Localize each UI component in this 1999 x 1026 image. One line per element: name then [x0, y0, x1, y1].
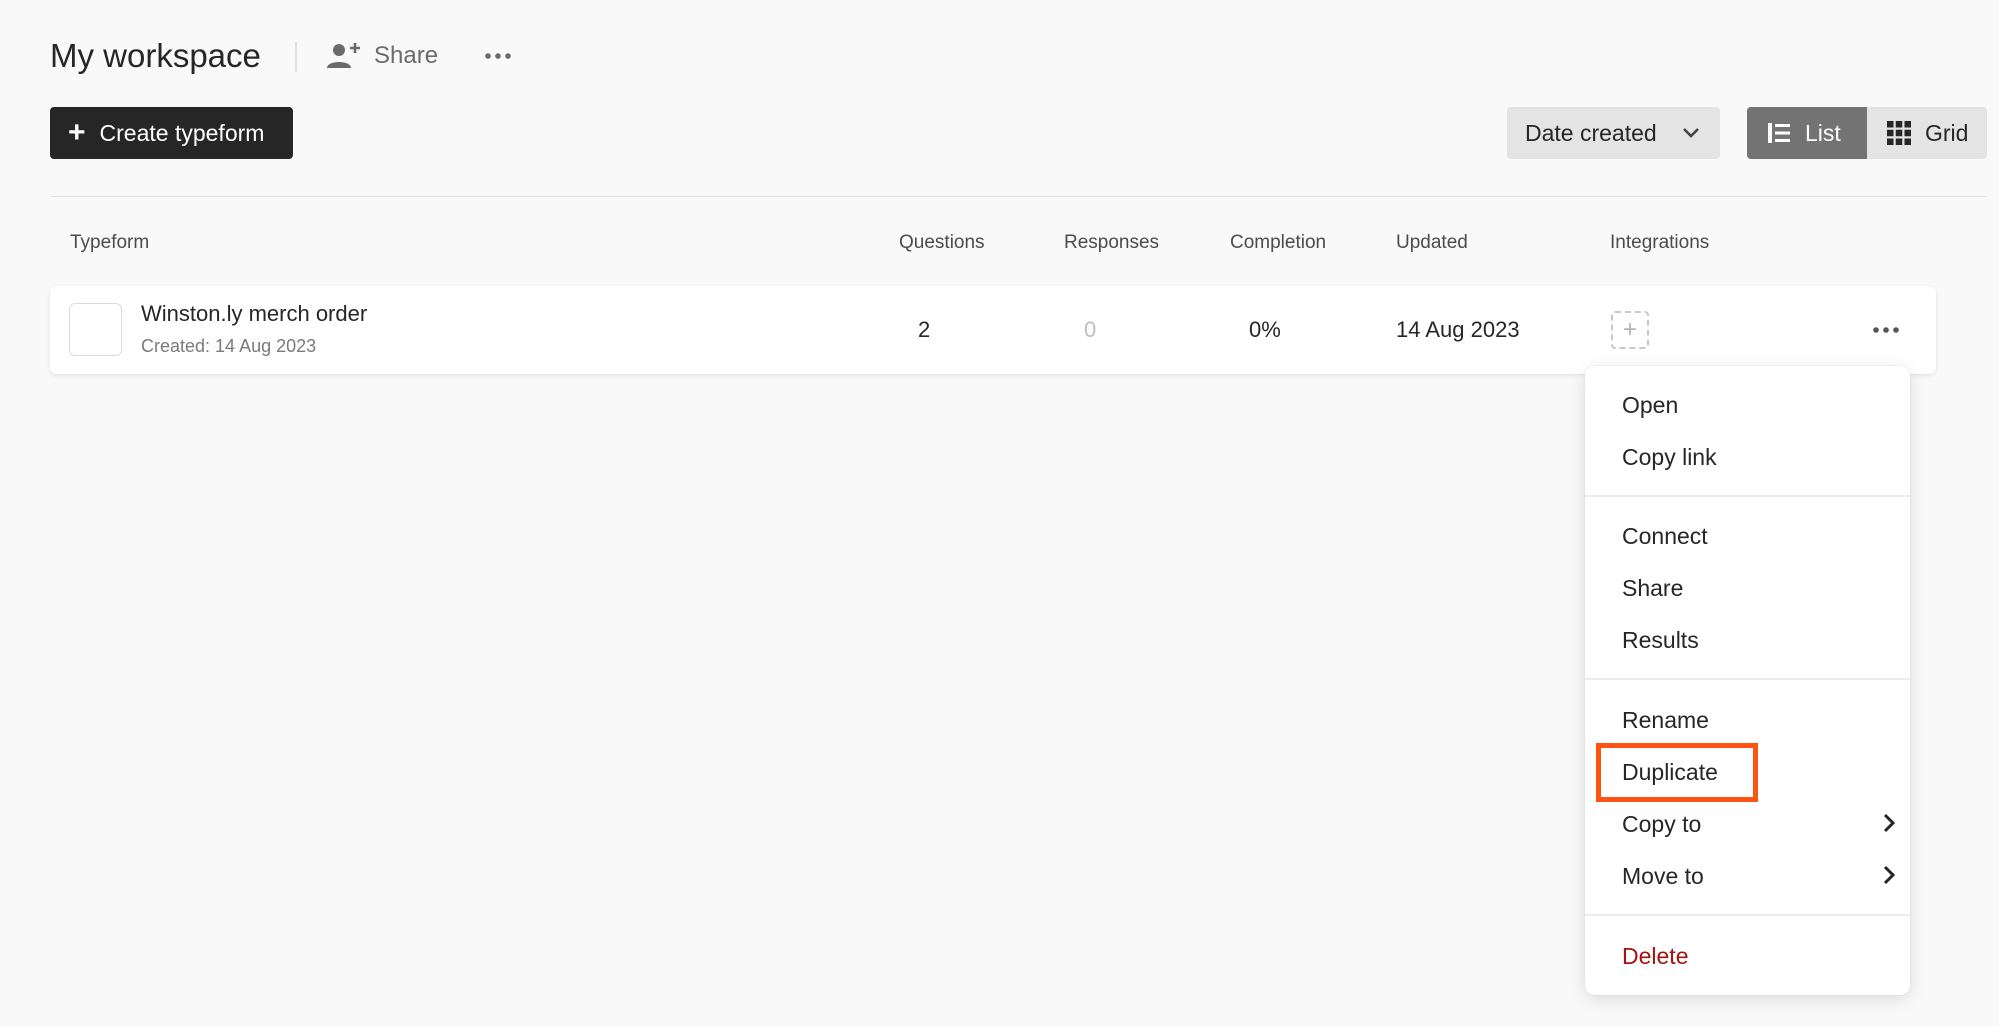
menu-item-label: Delete — [1622, 942, 1689, 969]
questions-count: 2 — [918, 317, 931, 342]
share-label: Share — [374, 42, 439, 69]
chevron-down-icon — [1683, 128, 1699, 138]
menu-divider — [1585, 678, 1910, 680]
typeform-title[interactable]: Winston.ly merch order — [141, 301, 367, 327]
menu-item-rename[interactable]: Rename — [1585, 696, 1910, 744]
column-header-completion: Completion — [1230, 232, 1327, 253]
completion-rate: 0% — [1249, 317, 1281, 342]
column-header-responses: Responses — [1064, 232, 1160, 253]
toolbar-divider — [50, 196, 1987, 197]
workspace-title: My workspace — [50, 37, 261, 74]
workspace-share-button[interactable]: Share — [326, 36, 438, 76]
menu-item-label: Copy to — [1622, 810, 1702, 837]
menu-item-results[interactable]: Results — [1585, 616, 1910, 664]
menu-item-label: Copy link — [1622, 443, 1717, 470]
chevron-right-icon — [1883, 865, 1896, 885]
column-header-typeform: Typeform — [70, 232, 150, 253]
list-icon — [1768, 123, 1790, 143]
responses-count: 0 — [1084, 317, 1097, 342]
typeform-created-date: Created: 14 Aug 2023 — [141, 336, 317, 356]
row-more-button[interactable] — [1868, 312, 1904, 348]
menu-item-copy-to[interactable]: Copy to — [1585, 800, 1910, 848]
list-view-label: List — [1805, 119, 1841, 146]
table-row[interactable]: Winston.ly merch order Created: 14 Aug 2… — [50, 286, 1936, 374]
list-view-button[interactable]: List — [1747, 107, 1867, 159]
grid-view-label: Grid — [1925, 119, 1969, 146]
menu-item-share[interactable]: Share — [1585, 564, 1910, 612]
plus-icon: + — [1622, 316, 1637, 343]
column-header-questions: Questions — [899, 232, 985, 253]
updated-date: 14 Aug 2023 — [1396, 317, 1520, 342]
row-context-menu: Open Copy link Connect Share Results Ren… — [1585, 366, 1910, 995]
sort-dropdown-label: Date created — [1525, 119, 1657, 146]
menu-item-label: Open — [1622, 391, 1679, 418]
grid-view-button[interactable]: Grid — [1867, 107, 1987, 159]
add-person-icon — [327, 43, 360, 68]
column-header-updated: Updated — [1396, 232, 1468, 253]
chevron-right-icon — [1883, 813, 1896, 833]
plus-icon: + — [68, 116, 86, 149]
menu-item-label: Connect — [1622, 522, 1708, 549]
menu-item-open[interactable]: Open — [1585, 381, 1910, 429]
grid-icon — [1887, 121, 1911, 145]
create-typeform-button[interactable]: + Create typeform — [50, 107, 293, 159]
menu-item-move-to[interactable]: Move to — [1585, 852, 1910, 900]
typeform-thumbnail[interactable] — [69, 303, 122, 356]
menu-item-label: Share — [1622, 574, 1684, 601]
more-horizontal-icon — [1873, 327, 1899, 333]
add-integration-button[interactable]: + — [1611, 311, 1649, 349]
menu-item-label: Duplicate — [1622, 758, 1718, 785]
menu-item-delete[interactable]: Delete — [1585, 932, 1910, 980]
menu-item-copy-link[interactable]: Copy link — [1585, 433, 1910, 481]
menu-item-label: Move to — [1622, 862, 1704, 889]
menu-divider — [1585, 914, 1910, 916]
sort-dropdown[interactable]: Date created — [1507, 107, 1720, 159]
menu-divider — [1585, 495, 1910, 497]
workspace-more-button[interactable] — [480, 38, 516, 74]
menu-item-label: Rename — [1622, 706, 1709, 733]
column-header-integrations: Integrations — [1610, 232, 1710, 253]
more-horizontal-icon — [485, 53, 511, 59]
create-typeform-label: Create typeform — [99, 119, 265, 146]
menu-item-duplicate[interactable]: Duplicate — [1585, 748, 1910, 796]
workspace-page: My workspace Share + Create typeform Dat… — [0, 0, 1999, 1026]
menu-item-label: Results — [1622, 626, 1699, 653]
header-divider — [295, 42, 297, 72]
menu-item-connect[interactable]: Connect — [1585, 512, 1910, 560]
view-toggle: List Grid — [1747, 107, 1987, 159]
